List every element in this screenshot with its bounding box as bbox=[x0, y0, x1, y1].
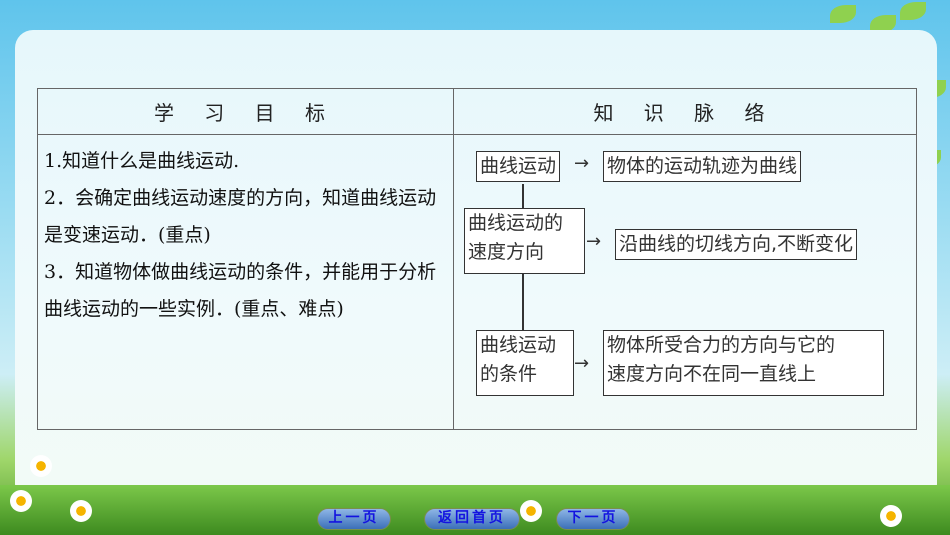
daisy-decoration bbox=[30, 455, 52, 477]
objective-1: 1.知道什么是曲线运动. bbox=[44, 150, 240, 172]
objective-3: 3．知道物体做曲线运动的条件，并能用于分析曲线运动的一些实例．(重点、难点) bbox=[44, 261, 437, 320]
header-objectives: 学 习 目 标 bbox=[37, 88, 454, 135]
node-velocity-direction: 曲线运动的 速度方向 bbox=[464, 208, 585, 274]
node-line: 的条件 bbox=[480, 363, 538, 385]
connector-line bbox=[522, 184, 524, 208]
home-button[interactable]: 返回首页 bbox=[424, 508, 520, 530]
node-condition: 曲线运动 的条件 bbox=[476, 330, 574, 396]
next-page-button[interactable]: 下一页 bbox=[556, 508, 630, 530]
node-line: 曲线运动 bbox=[480, 334, 557, 356]
desc-tangent: 沿曲线的切线方向,不断变化 bbox=[615, 229, 858, 260]
objective-2: 2．会确定曲线运动速度的方向，知道曲线运动是变速运动．(重点) bbox=[44, 187, 437, 246]
objectives-cell: 1.知道什么是曲线运动. 2．会确定曲线运动速度的方向，知道曲线运动是变速运动．… bbox=[37, 134, 454, 430]
desc-condition: 物体所受合力的方向与它的 速度方向不在同一直线上 bbox=[603, 330, 884, 396]
desc-line: 物体所受合力的方向与它的 bbox=[607, 334, 836, 356]
arrow-icon: → bbox=[586, 231, 602, 252]
daisy-decoration bbox=[10, 490, 32, 512]
daisy-decoration bbox=[70, 500, 92, 522]
daisy-decoration bbox=[880, 505, 902, 527]
arrow-icon: → bbox=[574, 153, 590, 174]
desc-trajectory: 物体的运动轨迹为曲线 bbox=[603, 151, 802, 182]
knowledge-diagram: 曲线运动 → 物体的运动轨迹为曲线 曲线运动的速度方向 → 沿曲线的切线方向,不… bbox=[453, 134, 917, 430]
node-curve-motion: 曲线运动 bbox=[476, 151, 561, 182]
objectives-table: 学 习 目 标 知 识 脉 络 1.知道什么是曲线运动. 2．会确定曲线运动速度… bbox=[37, 88, 917, 430]
daisy-decoration bbox=[520, 500, 542, 522]
node-line: 速度方向 bbox=[468, 241, 545, 263]
prev-page-button[interactable]: 上一页 bbox=[317, 508, 391, 530]
node-line: 曲线运动的 bbox=[468, 212, 564, 234]
connector-line bbox=[522, 274, 524, 330]
arrow-icon: → bbox=[574, 353, 590, 374]
desc-line: 速度方向不在同一直线上 bbox=[607, 363, 817, 385]
header-knowledge: 知 识 脉 络 bbox=[453, 88, 917, 135]
